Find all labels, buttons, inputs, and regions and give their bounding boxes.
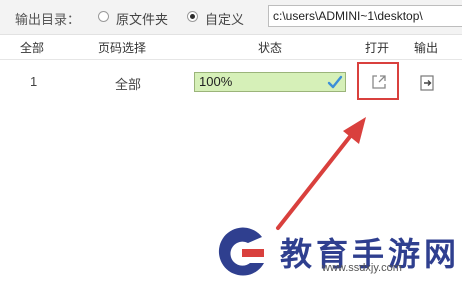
radio-original-folder-label[interactable]: 原文件夹 bbox=[116, 9, 168, 28]
table-row: 1 全部 100% bbox=[0, 62, 462, 102]
open-file-button[interactable] bbox=[357, 62, 399, 100]
open-external-icon bbox=[372, 75, 386, 89]
radio-original-folder[interactable] bbox=[98, 11, 109, 22]
watermark-url: www.ssdxjy.com bbox=[322, 262, 402, 274]
check-icon bbox=[327, 75, 343, 89]
header-export: 输出 bbox=[414, 41, 439, 55]
header-status: 状态 bbox=[258, 41, 283, 55]
status-progress-bar: 100% bbox=[194, 72, 346, 92]
export-icon[interactable] bbox=[420, 75, 434, 91]
radio-custom[interactable] bbox=[187, 11, 198, 22]
output-directory-bar: 输出目录： 原文件夹 自定义 c:\users\ADMINI~1\desktop… bbox=[0, 0, 462, 35]
header-all: 全部 bbox=[20, 41, 45, 55]
row-page-range: 全部 bbox=[115, 78, 142, 93]
header-open: 打开 bbox=[365, 41, 390, 55]
radio-custom-label[interactable]: 自定义 bbox=[205, 9, 244, 28]
row-index: 1 bbox=[30, 74, 38, 89]
watermark-logo-icon bbox=[218, 227, 264, 276]
status-text: 100% bbox=[199, 74, 233, 89]
output-path-input[interactable]: c:\users\ADMINI~1\desktop\ bbox=[268, 5, 462, 27]
output-dir-label: 输出目录： bbox=[15, 13, 81, 28]
table-header: 全部 页码选择 状态 打开 输出 bbox=[0, 35, 462, 60]
header-page-select: 页码选择 bbox=[98, 41, 147, 55]
